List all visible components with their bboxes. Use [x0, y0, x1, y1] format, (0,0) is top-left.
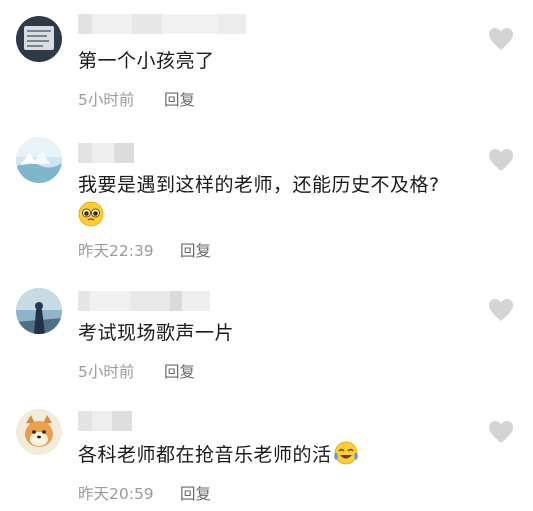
avatar[interactable]	[16, 137, 62, 183]
heart-icon[interactable]	[488, 298, 514, 322]
reply-button[interactable]: 回复	[180, 239, 211, 261]
pleading-face-emoji	[78, 201, 104, 227]
reply-button[interactable]: 回复	[164, 360, 195, 382]
tears-of-joy-emoji	[333, 441, 358, 465]
avatar[interactable]	[16, 409, 62, 455]
comment-time: 5小时前	[78, 363, 135, 381]
avatar[interactable]	[16, 288, 62, 334]
comment-text: 各科老师都在抢音乐老师的活	[78, 444, 332, 466]
heart-icon[interactable]	[488, 420, 514, 444]
comment-text: 考试现场歌声一片	[78, 322, 235, 344]
comment-time: 昨天22:39	[78, 242, 154, 260]
username-blurred[interactable]	[78, 411, 132, 431]
comment-text: 我要是遇到这样的老师，还能历史不及格?	[78, 174, 440, 196]
username-blurred[interactable]	[78, 291, 210, 311]
comment-text-row: 各科老师都在抢音乐老师的活	[78, 440, 359, 469]
username-blurred[interactable]	[78, 143, 134, 163]
comment-item: 各科老师都在抢音乐老师的活 昨天20:59 回复	[0, 0, 533, 503]
reply-button[interactable]: 回复	[180, 482, 211, 504]
comment-time: 昨天20:59	[78, 485, 154, 503]
heart-icon[interactable]	[488, 148, 514, 172]
